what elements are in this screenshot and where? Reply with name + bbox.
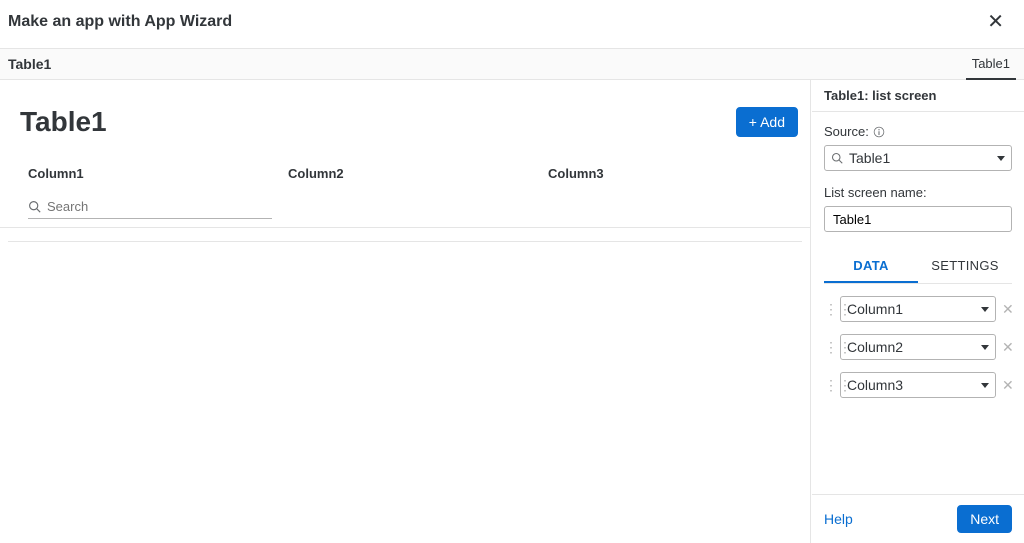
source-label: Source: — [824, 124, 869, 139]
search-icon — [831, 152, 843, 164]
tab-table1[interactable]: Table1 — [966, 48, 1016, 80]
app-title: Make an app with App Wizard — [8, 13, 232, 31]
preview-pane: Table1 + Add Column1 Column2 Column3 — [0, 80, 811, 543]
side-panel: Table1: list screen Source: Table1 List … — [811, 80, 1024, 543]
page-header: Table1 + Add — [0, 80, 810, 152]
search-row — [0, 191, 810, 228]
table-row — [8, 228, 802, 242]
column-select-value: Column3 — [847, 377, 903, 393]
close-icon[interactable]: ✕ — [987, 12, 1004, 32]
chevron-down-icon — [981, 345, 989, 350]
tab-data-label: DATA — [853, 258, 888, 273]
column-header: Column1 — [28, 166, 288, 181]
column-header: Column3 — [548, 166, 808, 181]
search-input[interactable] — [47, 199, 272, 214]
drag-handle-icon[interactable]: ⋮⋮ — [824, 339, 834, 356]
remove-column-icon[interactable]: ✕ — [1002, 339, 1012, 356]
tab-settings-label: SETTINGS — [931, 258, 998, 273]
data-column-row: ⋮⋮ Column3 ✕ — [824, 372, 1012, 398]
search-input-wrap[interactable] — [28, 199, 272, 219]
column-select-value: Column1 — [847, 301, 903, 317]
panel-tabs: DATA SETTINGS — [824, 250, 1012, 284]
side-panel-body: Source: Table1 List screen name: DATA — [812, 112, 1024, 494]
title-bar: Make an app with App Wizard ✕ — [0, 0, 1024, 48]
help-link-label: Help — [824, 511, 853, 527]
tab-table1-label: Table1 — [972, 56, 1010, 71]
tab-left-label: Table1 — [8, 56, 51, 72]
list-name-input[interactable] — [824, 206, 1012, 232]
data-column-row: ⋮⋮ Column2 ✕ — [824, 334, 1012, 360]
next-button-label: Next — [970, 511, 999, 527]
data-column-row: ⋮⋮ Column1 ✕ — [824, 296, 1012, 322]
column-select-value: Column2 — [847, 339, 903, 355]
column-select[interactable]: Column3 — [840, 372, 996, 398]
drag-handle-icon[interactable]: ⋮⋮ — [824, 377, 834, 394]
list-name-label: List screen name: — [824, 185, 1012, 200]
help-link[interactable]: Help — [824, 511, 853, 527]
chevron-down-icon — [981, 383, 989, 388]
add-button-label: + Add — [749, 114, 785, 130]
source-label-row: Source: — [824, 124, 1012, 139]
chevron-down-icon — [997, 156, 1005, 161]
info-icon[interactable] — [873, 126, 885, 138]
remove-column-icon[interactable]: ✕ — [1002, 301, 1012, 318]
column-header: Column2 — [288, 166, 548, 181]
chevron-down-icon — [981, 307, 989, 312]
drag-handle-icon[interactable]: ⋮⋮ — [824, 301, 834, 318]
next-button[interactable]: Next — [957, 505, 1012, 533]
column-select[interactable]: Column1 — [840, 296, 996, 322]
remove-column-icon[interactable]: ✕ — [1002, 377, 1012, 394]
columns-header-row: Column1 Column2 Column3 — [0, 152, 810, 191]
side-panel-title: Table1: list screen — [812, 80, 1024, 112]
main-row: Table1 + Add Column1 Column2 Column3 Tab… — [0, 80, 1024, 543]
source-select[interactable]: Table1 — [824, 145, 1012, 171]
side-panel-footer: Help Next — [812, 494, 1024, 543]
page-title: Table1 — [20, 106, 107, 138]
tab-data[interactable]: DATA — [824, 250, 918, 283]
search-icon — [28, 200, 41, 213]
tab-settings[interactable]: SETTINGS — [918, 250, 1012, 283]
source-select-value: Table1 — [849, 150, 890, 166]
column-select[interactable]: Column2 — [840, 334, 996, 360]
add-button[interactable]: + Add — [736, 107, 798, 137]
tab-strip: Table1 Table1 — [0, 48, 1024, 80]
